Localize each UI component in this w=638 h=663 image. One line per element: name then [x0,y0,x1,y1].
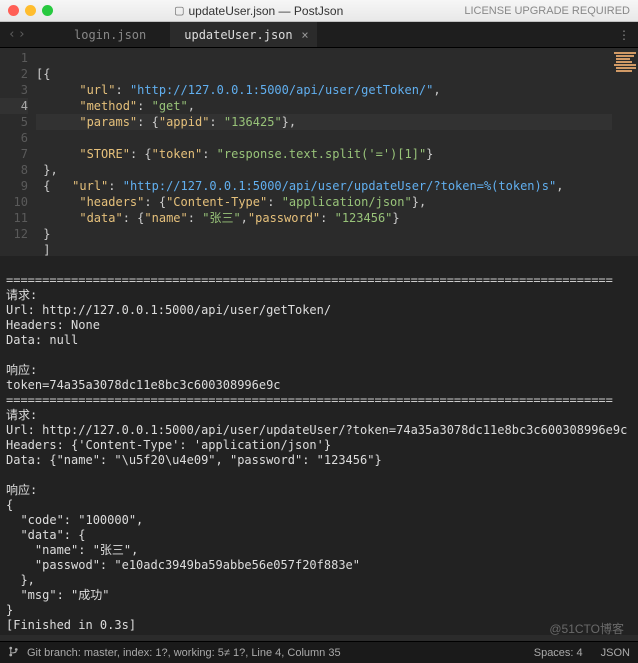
response-body: { "code": "100000", "data": { "name": "张… [6,498,360,617]
separator: ========================================… [6,273,613,287]
response-body: token=74a35a3078dc11e8bc3c600308996e9c [6,378,281,392]
close-icon[interactable]: × [301,28,308,42]
tab-login-json[interactable]: login.json [60,22,170,47]
finished-line: [Finished in 0.3s] [6,618,136,632]
tab-bar: ‹ › login.json updateUser.json × ⋮ [0,22,638,48]
document-icon: ▢ [174,4,184,17]
minimap-thumb [614,50,636,100]
tab-label: login.json [74,28,146,42]
git-branch-icon [8,646,19,660]
status-spaces[interactable]: Spaces: 4 [534,647,583,659]
license-warning: LICENSE UPGRADE REQUIRED [464,5,638,17]
nav-forward-icon[interactable]: › [18,27,26,42]
status-left: Git branch: master, index: 1?, working: … [27,647,341,659]
watermark: @51CTO博客 [549,620,624,637]
request-url: Url: http://127.0.0.1:5000/api/user/upda… [6,423,627,437]
minimap[interactable] [612,48,638,256]
request-data: Data: null [6,333,78,347]
status-syntax[interactable]: JSON [601,647,630,659]
tab-label: updateUser.json [184,28,292,42]
request-data: Data: {"name": "\u5f20\u4e09", "password… [6,453,382,467]
zoom-icon[interactable] [42,5,53,16]
line-gutter: 1 2 3 4 5 6 7 8 9 10 11 12 [0,48,36,256]
response-label: 响应: [6,363,37,377]
code-editor[interactable]: 1 2 3 4 5 6 7 8 9 10 11 12 [{ "url": "ht… [0,48,638,256]
window-title: ▢ updateUser.json — PostJson [53,4,464,18]
request-url: Url: http://127.0.0.1:5000/api/user/getT… [6,303,331,317]
request-label: 请求: [6,408,37,422]
request-label: 请求: [6,288,37,302]
close-icon[interactable] [8,5,19,16]
request-headers: Headers: None [6,318,100,332]
code-content[interactable]: [{ "url": "http://127.0.0.1:5000/api/use… [36,48,612,256]
tab-updateuser-json[interactable]: updateUser.json × [170,22,316,47]
request-headers: Headers: {'Content-Type': 'application/j… [6,438,331,452]
nav-back-icon[interactable]: ‹ [8,27,16,42]
response-label: 响应: [6,483,37,497]
minimize-icon[interactable] [25,5,36,16]
traffic-lights [0,5,53,16]
status-bar: Git branch: master, index: 1?, working: … [0,641,638,663]
build-output[interactable]: ========================================… [0,256,638,635]
separator: ========================================… [6,393,613,407]
titlebar: ▢ updateUser.json — PostJson LICENSE UPG… [0,0,638,22]
tab-overflow-icon[interactable]: ⋮ [610,22,638,47]
tab-nav: ‹ › [0,22,60,47]
